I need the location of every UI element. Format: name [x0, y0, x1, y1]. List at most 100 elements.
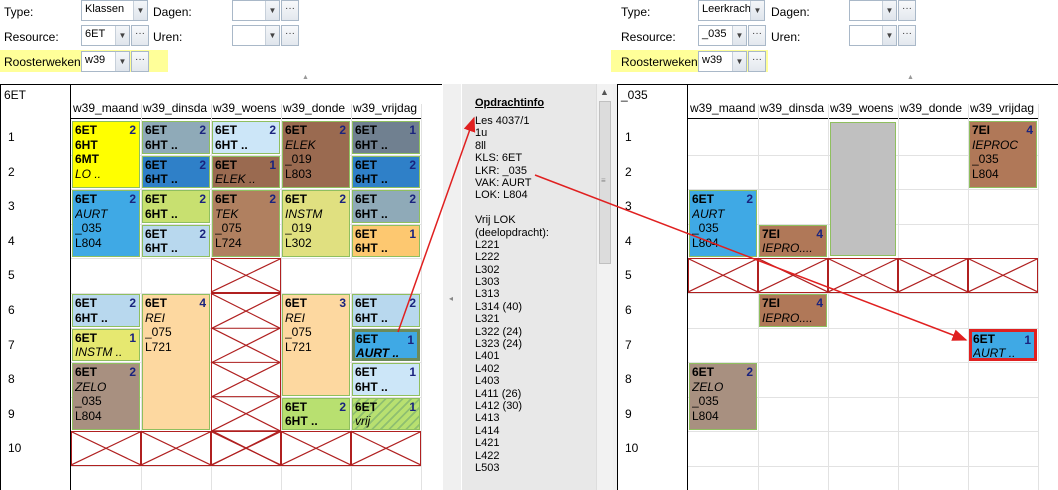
chevron-down-icon[interactable]: ▼: [115, 26, 129, 45]
chevron-down-icon[interactable]: ▼: [265, 26, 279, 45]
lesson-block[interactable]: 2 6ET 6HT ..: [142, 190, 210, 223]
blocked-cell[interactable]: [688, 258, 758, 293]
lesson-block[interactable]: 2 6ET 6HT ..: [142, 224, 210, 258]
left-hour-label: 4: [8, 233, 15, 248]
lesson-block[interactable]: 2 6ET ZELO _035 L804: [689, 363, 757, 431]
lesson-block[interactable]: 1 6ET INSTM ..: [72, 328, 140, 362]
left-resource-ellipsis-button[interactable]: ···: [131, 25, 149, 46]
lesson-line: 6ET: [145, 296, 168, 310]
left-type-combo[interactable]: Klassen ▼: [81, 0, 148, 21]
chevron-down-icon[interactable]: ▼: [115, 52, 129, 71]
right-resource-combo[interactable]: _035 ▼: [698, 25, 747, 46]
blocked-cell[interactable]: [211, 258, 281, 293]
lesson-block[interactable]: 2 6ET 6HT ..: [282, 397, 350, 431]
left-dagen-ellipsis-button[interactable]: ···: [281, 0, 299, 21]
lesson-block[interactable]: 2 6ET 6HT ..: [72, 294, 140, 327]
chevron-down-icon[interactable]: ▼: [732, 52, 746, 71]
lesson-line: _035: [692, 221, 719, 236]
chevron-down-icon[interactable]: ▼: [133, 1, 147, 20]
lesson-line: 6ET: [692, 365, 715, 380]
scroll-up-arrow-icon[interactable]: ▲: [600, 87, 609, 97]
right-splitter[interactable]: [613, 84, 617, 490]
right-weeks-combo[interactable]: w39 ▼: [698, 51, 747, 72]
lesson-block[interactable]: 3 6ET REI _075 L721: [282, 294, 350, 396]
left-weeks-ellipsis-button[interactable]: ···: [131, 51, 149, 72]
lesson-count: 2: [409, 296, 416, 310]
lesson-block[interactable]: 1 6ET AURT ..: [352, 328, 420, 362]
right-hour-label: 4: [625, 233, 632, 248]
grid-row-line: [71, 466, 421, 467]
right-hour-label: 5: [625, 268, 632, 283]
right-dagen-combo[interactable]: ▼: [849, 0, 897, 21]
lesson-line: AURT ..: [356, 346, 400, 361]
lesson-block[interactable]: 2 6ET AURT _035 L804: [689, 190, 757, 258]
lesson-block[interactable]: 1 6ET 6HT ..: [352, 363, 420, 396]
blocked-cell[interactable]: [71, 431, 141, 466]
info-scrollbar[interactable]: ▲ ≡: [596, 84, 613, 490]
lesson-line: L302: [285, 235, 312, 250]
lesson-count: 2: [409, 192, 416, 207]
lesson-line: REI: [285, 310, 306, 325]
lesson-block[interactable]: 1 6ET 6HT ..: [352, 224, 420, 258]
lesson-line: 6HT ..: [355, 206, 388, 221]
info-line: LKR: _035: [475, 164, 527, 177]
lesson-block[interactable]: 2 6ET ELEK _019 L803: [282, 121, 350, 189]
lesson-block[interactable]: 4 6ET REI _075 L721: [142, 294, 210, 431]
blocked-cell[interactable]: [351, 431, 421, 466]
right-dagen-ellipsis-button[interactable]: ···: [898, 0, 916, 21]
chevron-down-icon[interactable]: ▼: [882, 1, 896, 20]
lesson-block[interactable]: 4 7EI IEPRO....: [759, 224, 827, 258]
lesson-block[interactable]: 2 6ET INSTM _019 L302: [282, 190, 350, 258]
lesson-count: 1: [409, 123, 416, 137]
lesson-block[interactable]: 1 6ET AURT ..: [969, 328, 1037, 362]
right-weeks-ellipsis-button[interactable]: ···: [748, 51, 766, 72]
lesson-line: 6ET: [285, 399, 308, 414]
left-dagen-combo[interactable]: ▼: [232, 0, 280, 21]
lesson-count: 1: [129, 330, 136, 345]
lesson-block[interactable]: 1 6ET vrij: [352, 397, 420, 431]
lesson-block[interactable]: 4 7EI IEPRO....: [759, 294, 827, 327]
blocked-cell[interactable]: [758, 258, 828, 293]
lesson-block[interactable]: 2 6ET 6HT 6MT LO ..: [72, 121, 140, 189]
lesson-count: 2: [746, 192, 753, 207]
left-splitter[interactable]: ◂: [443, 84, 461, 490]
lesson-block[interactable]: 2 6ET AURT _035 L804: [72, 190, 140, 258]
blocked-cell[interactable]: [211, 431, 281, 466]
blocked-cell[interactable]: [898, 258, 968, 293]
lesson-line: 6HT ..: [355, 172, 388, 187]
right-uren-combo[interactable]: ▼: [849, 25, 897, 46]
lesson-block[interactable]: 2 6ET ZELO _035 L804: [72, 363, 140, 431]
chevron-down-icon[interactable]: ▼: [882, 26, 896, 45]
lesson-block[interactable]: 2 6ET 6HT ..: [352, 190, 420, 223]
scroll-up-icon[interactable]: ▲: [907, 74, 914, 81]
lesson-block[interactable]: 4 7EI IEPROC _035 L804: [969, 121, 1037, 189]
blocked-cell[interactable]: [828, 258, 898, 293]
lesson-block[interactable]: 1 6ET 6HT ..: [352, 121, 420, 154]
chevron-down-icon[interactable]: ▼: [750, 1, 764, 20]
blocked-cell[interactable]: [141, 431, 211, 466]
lesson-block[interactable]: 2 6ET TEK _075 L724: [212, 190, 280, 258]
left-uren-combo[interactable]: ▼: [232, 25, 280, 46]
left-hour-label: 3: [8, 199, 15, 214]
lesson-block[interactable]: 2 6ET 6HT ..: [352, 155, 420, 189]
lesson-block[interactable]: 2 6ET 6HT ..: [212, 121, 280, 154]
left-weeks-combo[interactable]: w39 ▼: [81, 51, 130, 72]
right-type-combo[interactable]: Leerkracht ▼: [698, 0, 765, 21]
left-resource-combo[interactable]: 6ET ▼: [81, 25, 130, 46]
lesson-block[interactable]: 2 6ET 6HT ..: [352, 294, 420, 327]
lesson-block[interactable]: 2 6ET 6HT ..: [142, 121, 210, 154]
lesson-block[interactable]: 1 6ET ELEK ..: [212, 155, 280, 189]
lesson-block[interactable]: 2 6ET 6HT ..: [142, 155, 210, 189]
left-uren-ellipsis-button[interactable]: ···: [281, 25, 299, 46]
left-hour-label: 7: [8, 337, 15, 352]
lesson-count: 4: [816, 226, 823, 241]
chevron-down-icon[interactable]: ▼: [732, 26, 746, 45]
blocked-cell[interactable]: [281, 431, 351, 466]
right-uren-ellipsis-button[interactable]: ···: [898, 25, 916, 46]
lesson-line: 6ET: [355, 123, 378, 137]
lesson-line: L721: [145, 339, 172, 354]
chevron-down-icon[interactable]: ▼: [265, 1, 279, 20]
right-resource-ellipsis-button[interactable]: ···: [748, 25, 766, 46]
scroll-up-icon[interactable]: ▲: [302, 74, 309, 81]
blocked-cell[interactable]: [968, 258, 1038, 293]
